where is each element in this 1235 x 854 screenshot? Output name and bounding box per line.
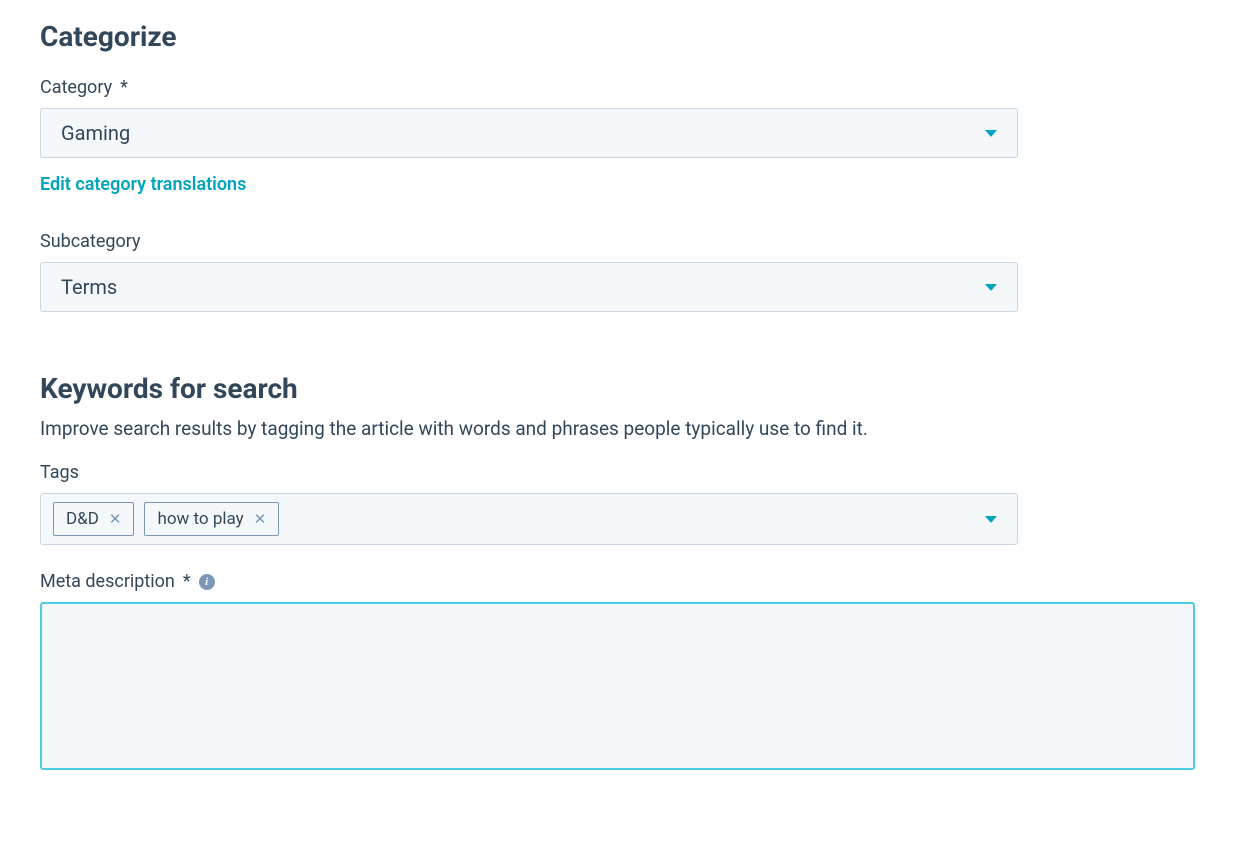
tags-label: Tags xyxy=(40,462,1195,483)
subcategory-select[interactable]: Terms xyxy=(40,262,1018,312)
subcategory-select-value: Terms xyxy=(61,275,117,299)
tags-label-text: Tags xyxy=(40,462,79,483)
meta-description-required-indicator: * xyxy=(183,571,191,592)
category-label: Category * xyxy=(40,77,1195,98)
category-select[interactable]: Gaming xyxy=(40,108,1018,158)
categorize-heading: Categorize xyxy=(40,20,1195,53)
tag-chip: how to play ✕ xyxy=(144,502,279,536)
chevron-down-icon xyxy=(985,516,997,523)
category-select-value: Gaming xyxy=(61,121,130,145)
subcategory-field-group: Subcategory Terms xyxy=(40,231,1195,312)
close-icon[interactable]: ✕ xyxy=(254,512,267,527)
subcategory-label: Subcategory xyxy=(40,231,1195,252)
categorize-section: Categorize Category * Gaming Edit catego… xyxy=(40,20,1195,312)
meta-description-label-text: Meta description xyxy=(40,571,175,592)
keywords-heading: Keywords for search xyxy=(40,372,1195,405)
tag-label: D&D xyxy=(66,509,99,529)
keywords-section: Keywords for search Improve search resul… xyxy=(40,372,1195,774)
keywords-description: Improve search results by tagging the ar… xyxy=(40,417,1195,440)
tags-list: D&D ✕ how to play ✕ xyxy=(53,502,279,536)
category-label-text: Category xyxy=(40,77,112,98)
tags-field-group: Tags D&D ✕ how to play ✕ xyxy=(40,462,1195,545)
meta-description-field-group: Meta description * i xyxy=(40,571,1195,774)
chevron-down-icon xyxy=(985,284,997,291)
subcategory-label-text: Subcategory xyxy=(40,231,141,252)
meta-description-textarea[interactable] xyxy=(40,602,1195,770)
edit-category-translations-link[interactable]: Edit category translations xyxy=(40,174,246,195)
info-icon[interactable]: i xyxy=(199,574,215,590)
chevron-down-icon xyxy=(985,130,997,137)
tag-label: how to play xyxy=(157,509,243,529)
tags-select[interactable]: D&D ✕ how to play ✕ xyxy=(40,493,1018,545)
close-icon[interactable]: ✕ xyxy=(109,512,122,527)
tag-chip: D&D ✕ xyxy=(53,502,134,536)
category-required-indicator: * xyxy=(120,77,128,98)
category-field-group: Category * Gaming Edit category translat… xyxy=(40,77,1195,195)
meta-description-label: Meta description * i xyxy=(40,571,1195,592)
